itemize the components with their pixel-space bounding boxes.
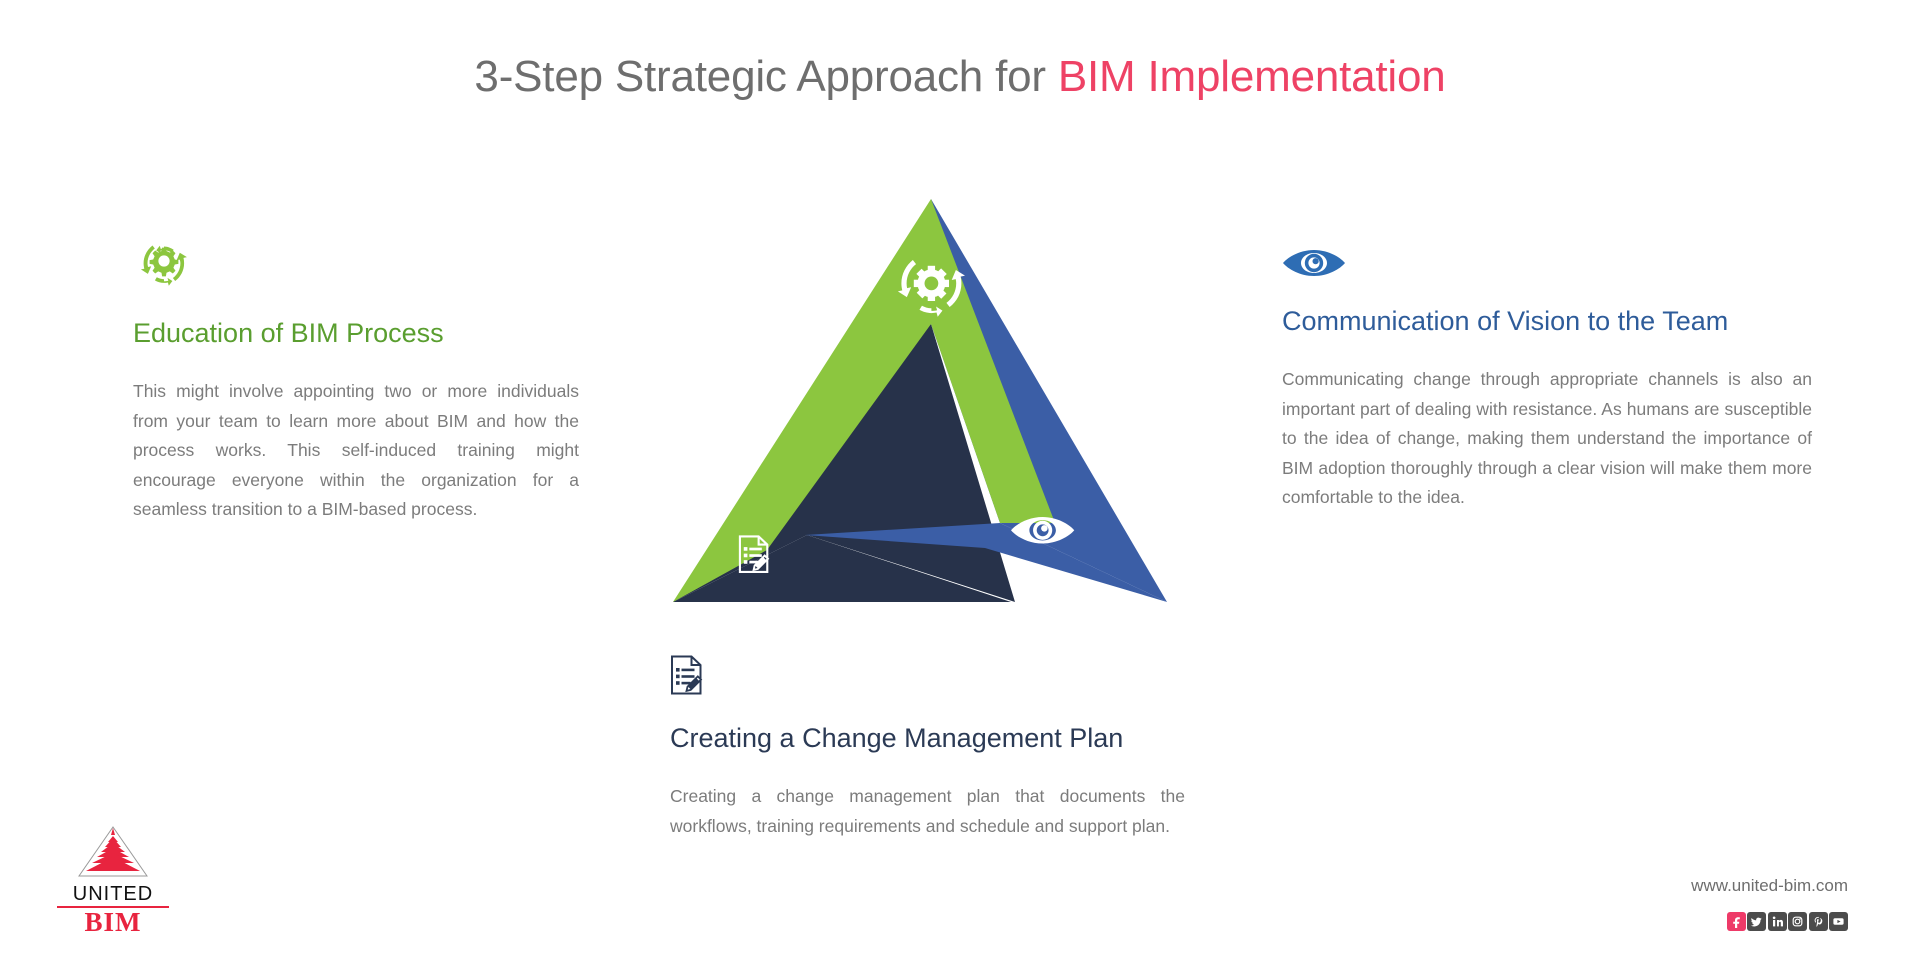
step-body-change-plan: Creating a change management plan that d… (670, 786, 1185, 836)
page-title-prefix: 3-Step Strategic Approach for (474, 52, 1058, 101)
pinterest-icon[interactable] (1808, 912, 1828, 931)
brand-logo-bim: BIM (57, 906, 169, 936)
step-panel-change-plan: Creating a Change Management Plan Creati… (670, 655, 1190, 841)
brand-logo-united: UNITED (72, 883, 154, 905)
page-title-accent: BIM Implementation (1057, 52, 1446, 101)
step-panel-education: Education of BIM Process This might invo… (133, 232, 583, 525)
page-title: 3-Step Strategic Approach for BIM Implem… (0, 52, 1920, 102)
gear-recycle-icon (133, 232, 583, 295)
site-url[interactable]: www.united-bim.com (1691, 876, 1848, 896)
step-body-education: This might involve appointing two or mor… (133, 381, 579, 520)
step-heading-communication: Communication of Vision to the Team (1282, 306, 1729, 336)
social-bar (1726, 912, 1848, 931)
youtube-icon[interactable] (1829, 912, 1848, 931)
document-pencil-icon (670, 655, 1190, 700)
twitter-icon[interactable] (1747, 912, 1766, 931)
facebook-icon[interactable] (1726, 912, 1746, 931)
step-panel-communication: Communication of Vision to the Team Comm… (1282, 248, 1817, 513)
step-body-communication: Communicating change through appropriate… (1282, 369, 1812, 508)
three-step-triangle-diagram (655, 190, 1185, 620)
instagram-icon[interactable] (1788, 912, 1807, 931)
linkedin-icon[interactable] (1767, 912, 1787, 931)
step-heading-education: Education of BIM Process (133, 318, 444, 348)
eye-icon (1282, 248, 1817, 283)
brand-logo: UNITED BIM (57, 826, 169, 936)
step-heading-change-plan: Creating a Change Management Plan (670, 723, 1124, 753)
slide-root: 3-Step Strategic Approach for BIM Implem… (0, 0, 1920, 960)
pyramid-icon (57, 826, 169, 883)
